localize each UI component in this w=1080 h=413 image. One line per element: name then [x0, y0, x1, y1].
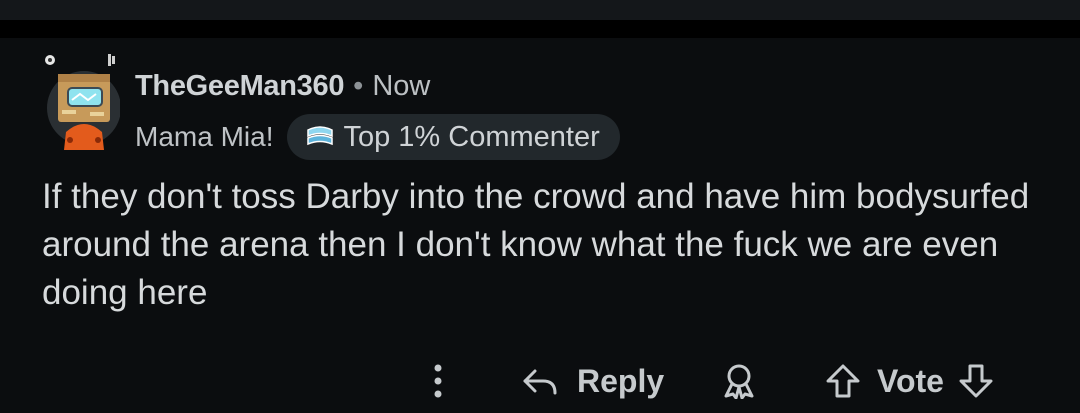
more-options-button[interactable] [428, 356, 448, 406]
more-vertical-icon [433, 364, 443, 398]
top-divider-bar [0, 20, 1080, 38]
username-link[interactable]: TheGeeMan360 [135, 70, 344, 103]
reply-button[interactable]: Reply [521, 356, 664, 406]
upvote-arrow-icon[interactable] [825, 363, 861, 399]
reply-label: Reply [577, 362, 665, 399]
award-button[interactable] [722, 356, 756, 406]
top-strip [0, 0, 1080, 20]
badge-label: Top 1% Commenter [343, 120, 600, 153]
avatar-image-icon [45, 54, 120, 150]
meta-separator: • [353, 69, 364, 102]
downvote-arrow-icon[interactable] [958, 363, 994, 399]
vote-control: Vote [825, 356, 994, 406]
comment-actions: Reply Vote [0, 356, 1080, 406]
timestamp: Now [372, 69, 431, 102]
award-icon [722, 363, 756, 399]
reply-arrow-icon [521, 365, 559, 397]
user-flair: Mama Mia! [135, 121, 274, 152]
comment-card: TheGeeMan360 • Now Mama Mia! Top 1% Comm… [0, 38, 1080, 413]
vote-label: Vote [877, 362, 944, 399]
top-commenter-badge[interactable]: Top 1% Commenter [287, 114, 620, 160]
user-avatar[interactable] [40, 46, 120, 150]
top-commenter-badge-icon [305, 125, 335, 149]
flair-row: Mama Mia! Top 1% Commenter [135, 114, 620, 160]
comment-header: TheGeeMan360 • Now [135, 66, 430, 106]
comment-body: If they don't toss Darby into the crowd … [42, 177, 1030, 312]
